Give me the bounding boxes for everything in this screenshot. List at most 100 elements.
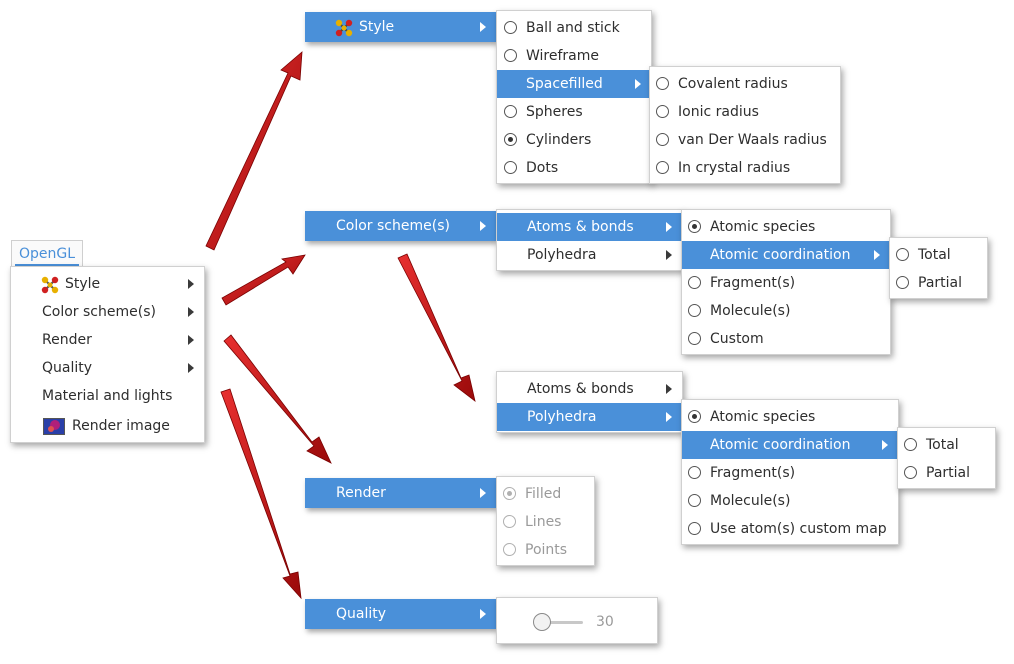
radio-icon bbox=[656, 77, 669, 90]
radius-ionic-label: Ionic radius bbox=[678, 104, 759, 120]
poly-custom-map[interactable]: Use atom(s) custom map bbox=[682, 515, 898, 543]
color2-atoms-bonds[interactable]: Atoms & bonds bbox=[497, 375, 682, 403]
color-atoms-bonds-label: Atoms & bonds bbox=[527, 219, 634, 235]
chevron-right-icon bbox=[666, 250, 672, 260]
chevron-right-icon bbox=[480, 221, 486, 231]
radius-vdw[interactable]: van Der Waals radius bbox=[650, 126, 840, 154]
ab-fragments[interactable]: Fragment(s) bbox=[682, 269, 890, 297]
radio-icon bbox=[504, 105, 517, 118]
chevron-right-icon bbox=[188, 307, 194, 317]
coord1-partial-label: Partial bbox=[918, 275, 962, 291]
radio-checked-icon bbox=[688, 220, 701, 233]
color2-atoms-bonds-label: Atoms & bonds bbox=[527, 381, 634, 397]
ab-atomic-species[interactable]: Atomic species bbox=[682, 213, 890, 241]
color2-polyhedra[interactable]: Polyhedra bbox=[497, 403, 682, 431]
style-wireframe[interactable]: Wireframe bbox=[497, 42, 651, 70]
color-polyhedra-label: Polyhedra bbox=[527, 247, 597, 263]
poly-molecules-label: Molecule(s) bbox=[710, 493, 791, 509]
atoms-bonds-menu: Atomic species Atomic coordination Fragm… bbox=[681, 209, 891, 355]
ab-custom-label: Custom bbox=[710, 331, 764, 347]
poly-molecules[interactable]: Molecule(s) bbox=[682, 487, 898, 515]
coord2-total-label: Total bbox=[926, 437, 959, 453]
style-cylinders[interactable]: Cylinders bbox=[497, 126, 651, 154]
style-bar[interactable]: Style bbox=[305, 12, 496, 42]
render-bar-label: Render bbox=[336, 485, 386, 501]
radio-icon bbox=[904, 466, 917, 479]
chevron-right-icon bbox=[666, 412, 672, 422]
radius-crystal[interactable]: In crystal radius bbox=[650, 154, 840, 182]
quality-bar-label: Quality bbox=[336, 606, 387, 622]
style-spacefilled[interactable]: Spacefilled bbox=[497, 70, 651, 98]
style-spacefilled-label: Spacefilled bbox=[526, 76, 603, 92]
menu-item-color-schemes[interactable]: Color scheme(s) bbox=[11, 298, 204, 326]
coord1-total-label: Total bbox=[918, 247, 951, 263]
radio-icon bbox=[656, 161, 669, 174]
radio-icon bbox=[688, 276, 701, 289]
opengl-tab[interactable]: OpenGL bbox=[11, 240, 83, 266]
radio-checked-icon bbox=[688, 410, 701, 423]
radio-icon bbox=[688, 304, 701, 317]
coordination-menu-1: Total Partial bbox=[889, 237, 988, 299]
style-dots[interactable]: Dots bbox=[497, 154, 651, 182]
menu-item-render-label: Render bbox=[42, 332, 92, 348]
render-points-label: Points bbox=[525, 542, 568, 558]
radio-icon bbox=[656, 105, 669, 118]
slider-handle[interactable] bbox=[533, 613, 551, 631]
menu-item-render-image[interactable]: Render image bbox=[11, 412, 204, 440]
ab-molecules[interactable]: Molecule(s) bbox=[682, 297, 890, 325]
ab-molecules-label: Molecule(s) bbox=[710, 303, 791, 319]
color-atoms-bonds[interactable]: Atoms & bonds bbox=[497, 213, 682, 241]
chevron-right-icon bbox=[882, 440, 888, 450]
render-filled[interactable]: Filled bbox=[497, 480, 594, 508]
render-bar[interactable]: Render bbox=[305, 478, 496, 508]
ab-atomic-coordination[interactable]: Atomic coordination bbox=[682, 241, 890, 269]
chevron-right-icon bbox=[480, 22, 486, 32]
radius-covalent[interactable]: Covalent radius bbox=[650, 70, 840, 98]
arrow-to-color bbox=[221, 254, 306, 306]
coord2-partial[interactable]: Partial bbox=[898, 459, 995, 487]
menu-item-render[interactable]: Render bbox=[11, 326, 204, 354]
ab-fragments-label: Fragment(s) bbox=[710, 275, 796, 291]
quality-menu: 30 bbox=[496, 597, 658, 644]
coord1-partial[interactable]: Partial bbox=[890, 269, 987, 297]
menu-item-style[interactable]: Style bbox=[11, 270, 204, 298]
style-ball-stick[interactable]: Ball and stick bbox=[497, 14, 651, 42]
poly-atomic-coordination[interactable]: Atomic coordination bbox=[682, 431, 898, 459]
poly-fragments[interactable]: Fragment(s) bbox=[682, 459, 898, 487]
radio-checked-icon bbox=[503, 487, 516, 500]
render-filled-label: Filled bbox=[525, 486, 562, 502]
radio-icon bbox=[688, 522, 701, 535]
color-scheme-bar-label: Color scheme(s) bbox=[336, 218, 450, 234]
radio-icon bbox=[504, 21, 517, 34]
radio-icon bbox=[688, 332, 701, 345]
quality-bar[interactable]: Quality bbox=[305, 599, 496, 629]
render-lines[interactable]: Lines bbox=[497, 508, 594, 536]
render-points[interactable]: Points bbox=[497, 536, 594, 564]
chevron-right-icon bbox=[666, 384, 672, 394]
poly-atomic-species-label: Atomic species bbox=[710, 409, 816, 425]
ab-atomic-species-label: Atomic species bbox=[710, 219, 816, 235]
color-scheme-bar[interactable]: Color scheme(s) bbox=[305, 211, 496, 241]
render-image-icon bbox=[43, 417, 65, 445]
quality-slider[interactable] bbox=[533, 612, 583, 632]
menu-item-quality[interactable]: Quality bbox=[11, 354, 204, 382]
coord1-total[interactable]: Total bbox=[890, 241, 987, 269]
radius-ionic[interactable]: Ionic radius bbox=[650, 98, 840, 126]
radio-icon bbox=[688, 466, 701, 479]
ab-custom[interactable]: Custom bbox=[682, 325, 890, 353]
menu-item-render-image-label: Render image bbox=[72, 418, 170, 434]
style-cylinders-label: Cylinders bbox=[526, 132, 592, 148]
chevron-right-icon bbox=[188, 363, 194, 373]
coord2-total[interactable]: Total bbox=[898, 431, 995, 459]
radio-icon bbox=[904, 438, 917, 451]
color-polyhedra[interactable]: Polyhedra bbox=[497, 241, 682, 269]
style-bar-label: Style bbox=[359, 19, 395, 35]
style-spheres[interactable]: Spheres bbox=[497, 98, 651, 126]
radio-icon bbox=[688, 494, 701, 507]
menu-item-color-label: Color scheme(s) bbox=[42, 304, 156, 320]
poly-atomic-species[interactable]: Atomic species bbox=[682, 403, 898, 431]
chevron-right-icon bbox=[874, 250, 880, 260]
chevron-right-icon bbox=[188, 279, 194, 289]
menu-item-material-lights[interactable]: Material and lights bbox=[11, 382, 204, 410]
style-ball-stick-label: Ball and stick bbox=[526, 20, 620, 36]
